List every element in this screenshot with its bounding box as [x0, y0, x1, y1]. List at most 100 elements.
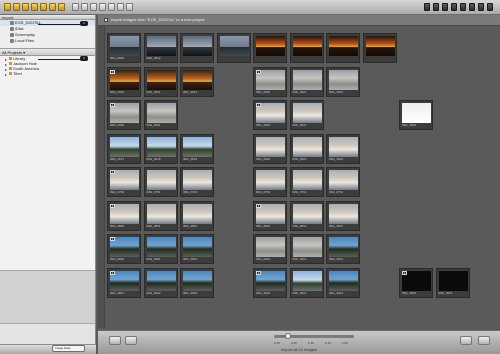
web-icon[interactable]: [49, 3, 56, 11]
image-thumbnail[interactable]: 3 IMG_2020: [253, 66, 287, 97]
list-view-button[interactable]: [125, 336, 137, 345]
image-thumbnail[interactable]: 4 IMG_2810: [253, 200, 287, 231]
album-icon[interactable]: [22, 3, 29, 11]
image-thumbnail[interactable]: IMG_2712: [326, 167, 360, 197]
thumbnail-caption: IMG_0012: [146, 56, 161, 60]
tool-stamp-icon[interactable]: [469, 3, 475, 11]
image-thumbnail[interactable]: IMG_2012: [180, 66, 214, 97]
pick-icon[interactable]: [108, 3, 115, 11]
stack-icon[interactable]: [99, 3, 106, 11]
tool-crop-icon[interactable]: [433, 3, 439, 11]
image-thumbnail[interactable]: IMG_3000: [399, 100, 433, 130]
book-icon[interactable]: [31, 3, 38, 11]
stack-count-badge[interactable]: 4: [256, 203, 261, 208]
image-thumbnail[interactable]: IMG_2701: [143, 167, 178, 197]
tool-straighten-icon[interactable]: [442, 3, 448, 11]
image-thumbnail[interactable]: IMG_2711: [289, 167, 324, 197]
stack-count-badge[interactable]: 2: [110, 103, 115, 107]
image-thumbnail[interactable]: IMG_2702: [180, 167, 214, 197]
view-icon[interactable]: [126, 3, 133, 11]
image-thumbnail[interactable]: [362, 33, 397, 63]
thumbnail-caption: IMG_2622: [329, 156, 344, 161]
image-thumbnail[interactable]: [216, 33, 251, 63]
image-thumbnail[interactable]: 4 IMG_2700: [107, 167, 141, 197]
all-projects-dropdown[interactable]: All Projects ▾: [0, 49, 95, 56]
image-thumbnail[interactable]: IMG_2910: [253, 234, 287, 264]
tool-red-eye-icon[interactable]: [478, 3, 484, 11]
image-thumbnail[interactable]: 4 IMG_2900: [107, 234, 141, 264]
image-thumbnail[interactable]: IMG_0006: [107, 33, 141, 63]
stack-count-badge[interactable]: 2: [256, 103, 261, 107]
stack-count-badge[interactable]: 6: [110, 69, 115, 74]
image-thumbnail[interactable]: [253, 33, 287, 63]
disclosure-triangle-icon[interactable]: ▸: [5, 72, 7, 77]
image-thumbnail[interactable]: IMG_2021: [289, 66, 324, 97]
image-thumbnail[interactable]: IMG_2618: [143, 133, 178, 164]
image-thumbnail[interactable]: IMG_2622: [326, 133, 360, 164]
image-thumbnail[interactable]: IMG_3012: [326, 267, 360, 298]
share-icon[interactable]: [58, 3, 65, 11]
grid-view-button[interactable]: [109, 336, 121, 345]
project-item[interactable]: ▸ Tibet: [0, 71, 95, 77]
rotate-right-icon[interactable]: [81, 3, 88, 11]
compare-icon[interactable]: [90, 3, 97, 11]
image-thumbnail[interactable]: 2 IMG_3020: [399, 267, 433, 298]
thumbnail-caption: IMG_0006: [110, 56, 125, 60]
image-thumbnail[interactable]: IMG_2620: [253, 133, 287, 164]
image-thumbnail[interactable]: IMG_2811: [289, 200, 324, 231]
image-thumbnail[interactable]: 6 IMG_2010: [107, 66, 141, 97]
image-thumbnail[interactable]: IMG_2031: [143, 100, 178, 130]
image-thumbnail[interactable]: IMG_3002: [143, 267, 178, 298]
import-to-new-project-checkbox[interactable]: [104, 18, 108, 22]
image-thumbnail[interactable]: IMG_2902: [180, 234, 214, 264]
slider-knob[interactable]: [285, 333, 291, 339]
image-thumbnail[interactable]: IMG_2022: [326, 66, 360, 97]
image-thumbnail[interactable]: 2 IMG_3001: [107, 267, 141, 298]
image-thumbnail[interactable]: IMG_2619: [180, 133, 214, 164]
stack-count-badge[interactable]: 3: [256, 270, 261, 275]
image-thumbnail[interactable]: IMG_2710: [253, 167, 287, 197]
stack-count-badge[interactable]: 3: [110, 203, 115, 208]
import-button[interactable]: [478, 336, 490, 345]
image-date-field[interactable]: Image Date: [52, 345, 85, 352]
cancel-import-button[interactable]: [460, 336, 472, 345]
image-thumbnail[interactable]: IMG_0012: [143, 33, 178, 63]
image-thumbnail[interactable]: IMG_2901: [143, 234, 178, 264]
image-thumbnail[interactable]: [289, 33, 324, 63]
tool-arrow-icon[interactable]: [424, 3, 430, 11]
rotate-left-icon[interactable]: [72, 3, 79, 11]
light-table-icon[interactable]: [40, 3, 47, 11]
tool-retouch-icon[interactable]: [487, 3, 493, 11]
thumbnail-size-slider[interactable]: 0.15 0.15 0.15 0.15 1.00: [274, 333, 354, 347]
tool-loupe-icon[interactable]: [451, 3, 457, 11]
image-thumbnail[interactable]: 2 IMG_2030: [107, 100, 141, 130]
image-thumbnail[interactable]: 2 IMG_2040: [253, 100, 287, 130]
extract-icon[interactable]: [117, 3, 124, 11]
stack-count-badge[interactable]: 3: [256, 69, 261, 74]
stack-count-badge[interactable]: 4: [110, 170, 115, 174]
image-thumbnail[interactable]: [180, 33, 214, 63]
image-thumbnail[interactable]: 3 IMG_3010: [253, 267, 287, 298]
image-thumbnail[interactable]: IMG_2812: [326, 200, 360, 231]
import-icon[interactable]: [13, 3, 20, 11]
image-thumbnail[interactable]: IMG_2911: [289, 234, 324, 264]
stack-count-badge[interactable]: 2: [110, 270, 115, 275]
image-thumbnail[interactable]: IMG_2011: [143, 66, 178, 97]
image-thumbnail[interactable]: 3 IMG_2800: [107, 200, 141, 231]
image-thumbnail[interactable]: IMG_3021: [435, 267, 470, 298]
stack-count-badge[interactable]: 4: [110, 237, 115, 241]
image-thumbnail[interactable]: IMG_2617: [107, 133, 141, 164]
thumbnail-image: [183, 69, 212, 90]
image-thumbnail[interactable]: IMG_3011: [289, 267, 324, 298]
image-thumbnail[interactable]: IMG_2802: [180, 200, 214, 231]
import-source-item[interactable]: Local Files: [0, 38, 95, 44]
folder-icon[interactable]: [4, 3, 11, 11]
image-thumbnail[interactable]: IMG_2912: [326, 234, 360, 264]
image-thumbnail[interactable]: IMG_2041: [289, 100, 324, 130]
tool-lift-icon[interactable]: [460, 3, 466, 11]
image-thumbnail[interactable]: IMG_2621: [289, 133, 324, 164]
image-thumbnail[interactable]: IMG_2801: [143, 200, 178, 231]
stack-count-badge[interactable]: 2: [402, 270, 407, 275]
image-thumbnail[interactable]: [326, 33, 360, 63]
image-thumbnail[interactable]: IMG_3003: [180, 267, 214, 298]
